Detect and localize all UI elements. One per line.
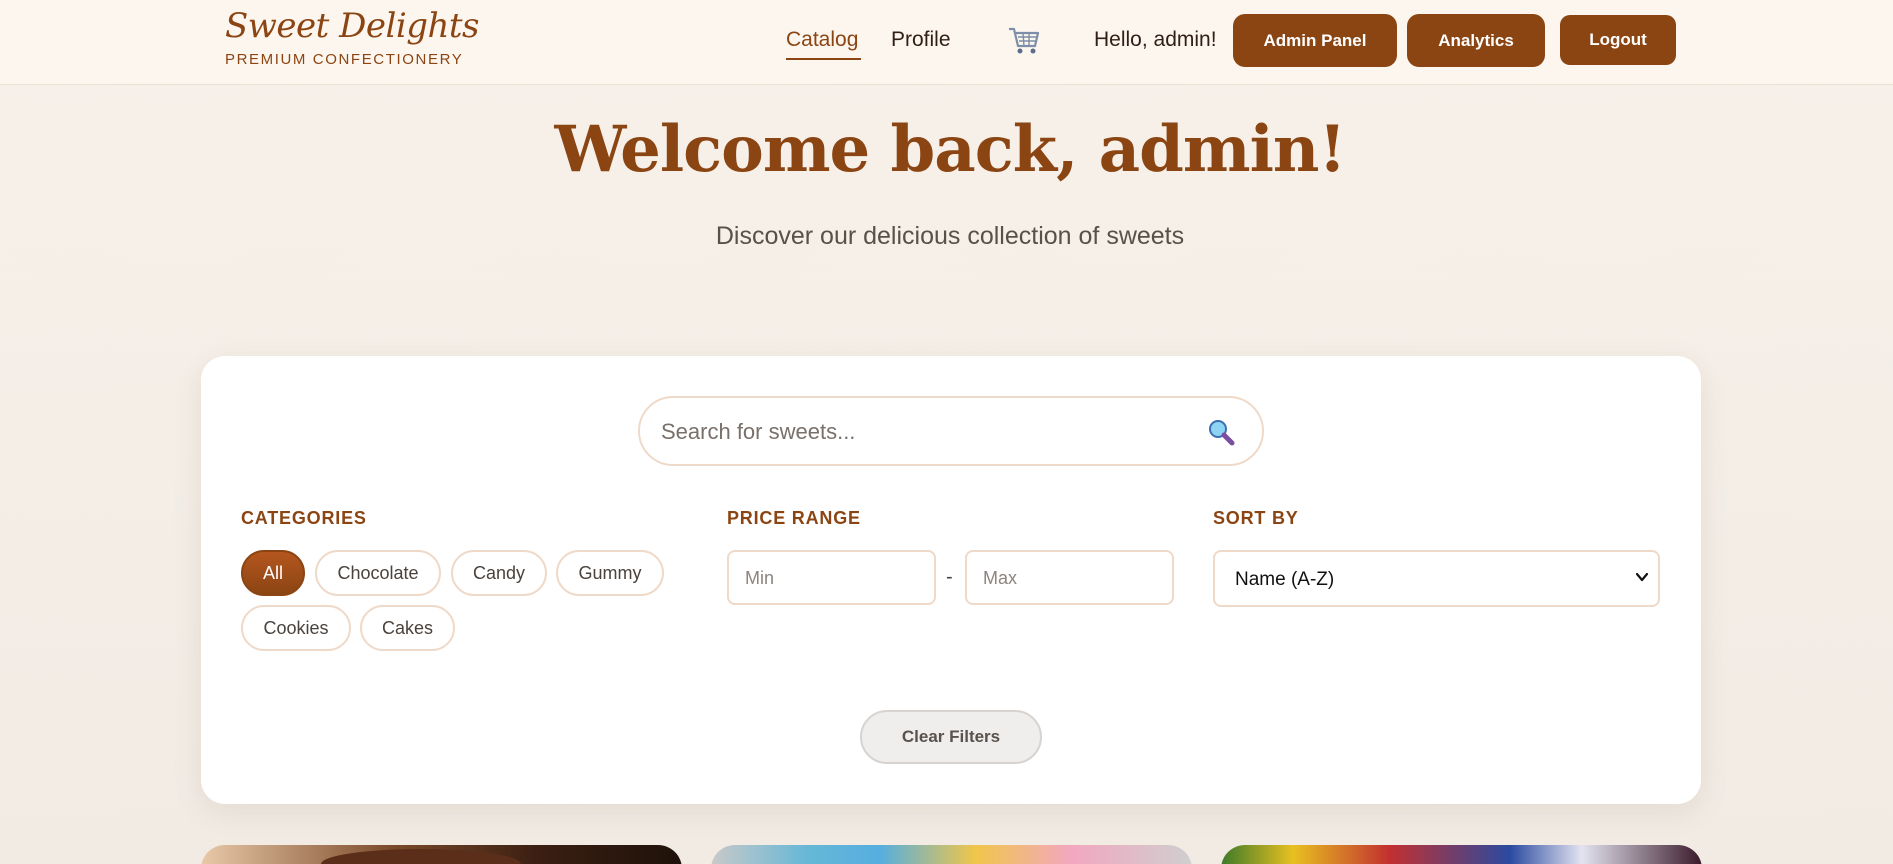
user-greeting: Hello, admin! [1094, 28, 1217, 51]
category-cakes[interactable]: Cakes [360, 605, 455, 651]
cart-icon[interactable] [1006, 22, 1042, 58]
sort-by-label: SORT BY [1213, 508, 1299, 528]
product-card[interactable] [201, 845, 682, 864]
product-image [1221, 845, 1702, 864]
price-min-placeholder: Min [745, 568, 775, 588]
admin-panel-button[interactable]: Admin Panel [1233, 14, 1397, 67]
price-separator: - [946, 566, 953, 588]
filter-panel: Search for sweets... CATEGORIES All Choc… [201, 356, 1701, 804]
category-gummy[interactable]: Gummy [556, 550, 664, 596]
price-max-input[interactable]: Max [965, 550, 1174, 605]
top-navbar: Sweet Delights PREMIUM CONFECTIONERY Cat… [0, 0, 1893, 85]
page-title: Welcome back, admin! [554, 112, 1346, 187]
brand-tagline: PREMIUM CONFECTIONERY [225, 51, 464, 68]
categories-label: CATEGORIES [241, 508, 367, 528]
price-max-placeholder: Max [983, 568, 1018, 588]
brand-name: Sweet Delights [225, 6, 480, 46]
category-candy[interactable]: Candy [451, 550, 547, 596]
price-min-input[interactable]: Min [727, 550, 936, 605]
category-all[interactable]: All [241, 550, 305, 596]
brand-logo[interactable]: Sweet Delights PREMIUM CONFECTIONERY [225, 6, 480, 68]
product-card[interactable] [711, 845, 1192, 864]
product-image [321, 849, 521, 864]
chevron-down-icon [1635, 570, 1649, 584]
nav-active-underline [786, 58, 861, 60]
nav-profile[interactable]: Profile [891, 28, 951, 52]
clear-filters-button[interactable]: Clear Filters [860, 710, 1042, 764]
category-chocolate[interactable]: Chocolate [315, 550, 441, 596]
product-card[interactable] [1221, 845, 1702, 864]
sort-select[interactable]: Name (A-Z) [1213, 550, 1660, 607]
search-placeholder: Search for sweets... [661, 419, 856, 444]
page-subtitle: Discover our delicious collection of swe… [715, 222, 1185, 250]
nav-catalog[interactable]: Catalog [786, 28, 858, 52]
search-input[interactable]: Search for sweets... [638, 396, 1264, 466]
search-icon[interactable] [1206, 417, 1236, 447]
category-cookies[interactable]: Cookies [241, 605, 351, 651]
sort-selected-value: Name (A-Z) [1235, 569, 1335, 590]
analytics-button[interactable]: Analytics [1407, 14, 1545, 67]
logout-button[interactable]: Logout [1560, 15, 1676, 65]
product-image [711, 845, 1192, 864]
price-range-label: PRICE RANGE [727, 508, 861, 528]
